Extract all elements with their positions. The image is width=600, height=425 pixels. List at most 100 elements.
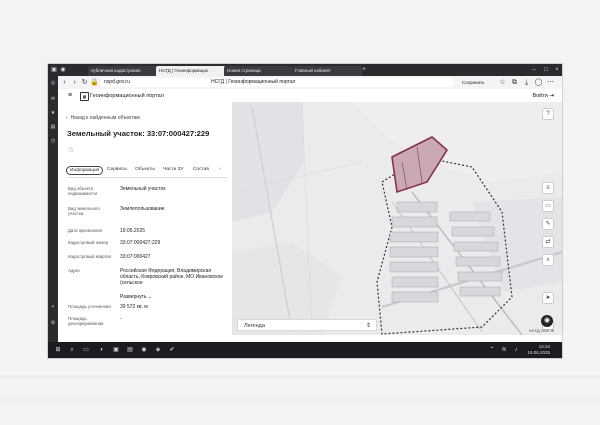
row-value[interactable]: 33:07:000427:229	[120, 240, 228, 246]
expand-label: Развернуть	[120, 294, 147, 300]
legend-label: Легенда	[244, 323, 265, 329]
row-value[interactable]: 33:07:000427	[120, 254, 228, 260]
mail-icon[interactable]: ✉	[50, 96, 56, 102]
row-label: Кадастровый квартал	[68, 254, 112, 259]
collections-icon[interactable]: ▤	[50, 124, 56, 130]
clock[interactable]: 13:34 19.06.2025	[527, 344, 550, 356]
map-help-icon[interactable]: ?	[542, 108, 554, 120]
plot-block	[389, 231, 439, 243]
plot-block	[459, 286, 501, 297]
plot-block	[391, 291, 439, 303]
layers-icon[interactable]: ≡	[542, 182, 554, 194]
new-tab-icon[interactable]: +	[360, 66, 368, 74]
plot-block	[453, 241, 499, 252]
reload-icon[interactable]: ↻	[80, 78, 89, 87]
plot-block	[391, 216, 438, 228]
row-value: Российская Федерация, Владимирская облас…	[120, 268, 224, 286]
tab-composition[interactable]: Состав	[190, 166, 212, 173]
share-icon[interactable]: ⇄	[542, 236, 554, 248]
forward-icon[interactable]: ›	[70, 78, 79, 87]
task-view-icon[interactable]: ▭	[82, 346, 90, 354]
tab-cabinet[interactable]: Главный кабинет	[292, 66, 362, 76]
plot-block	[449, 211, 491, 222]
plot-block	[457, 271, 503, 282]
hamburger-icon[interactable]: ≡	[68, 92, 72, 99]
site-logo-icon: ▦	[80, 92, 89, 101]
row-value: Землепользование	[120, 206, 165, 212]
chevron-left-icon: ‹	[66, 115, 68, 121]
wifi-icon[interactable]: ≋	[500, 346, 508, 354]
volume-icon[interactable]: ♪	[512, 346, 520, 354]
app-icon[interactable]: ✔	[168, 346, 176, 354]
maximize-icon[interactable]: □	[542, 66, 550, 74]
extensions-icon[interactable]: ⧉	[510, 78, 519, 87]
chevron-down-icon: ⌄	[147, 294, 153, 300]
history-icon[interactable]: ◷	[50, 138, 56, 144]
profile-icon[interactable]: ◯	[534, 78, 543, 87]
start-icon[interactable]: ⊞	[54, 346, 62, 354]
address-bar: ‹ › ↻ 🔒 nspd.gov.ru НСГД | Геоинформацио…	[58, 76, 562, 90]
site-title: Геоинформационный портал	[90, 93, 164, 99]
browser-logo-icon: ◉	[60, 67, 66, 73]
expand-link[interactable]: Развернуть ⌄	[120, 294, 228, 300]
more-icon[interactable]: ⋯	[546, 78, 555, 87]
tab-info[interactable]: Информация	[66, 166, 104, 175]
row-label: Площадь уточненная	[68, 304, 111, 309]
screen: ▣ ◉ публичная кадастровая НСГД | Геоинфо…	[47, 63, 563, 359]
map-canvas[interactable]	[232, 102, 562, 335]
page-title-bar: НСГД | Геоинформационный портал	[211, 79, 296, 85]
login-button[interactable]: Войти ⇥	[532, 92, 554, 100]
tabs-scroll-icon[interactable]: ›	[216, 166, 224, 173]
settings-icon[interactable]: ⚙	[50, 320, 56, 326]
scan-band	[0, 372, 600, 382]
taskbar: ⊞ ⌕ ▭ ◐ ▣ ▤ ◉ ◈ ✔ ⌃ ≋ ♪ 13:34 19.06.2025	[48, 342, 562, 358]
explorer-icon[interactable]: ▤	[126, 346, 134, 354]
chevron-updown-icon: ⇕	[365, 323, 371, 329]
chrome-icon[interactable]: ◉	[140, 346, 148, 354]
edge-icon[interactable]: ◐	[98, 346, 106, 354]
tab-objects[interactable]: Объекты	[132, 166, 158, 173]
browser-sidebar: ◎ ✉ ★ ▤ ◷ + ⚙	[48, 76, 58, 346]
close-icon[interactable]: ×	[553, 66, 561, 74]
tab-nspd[interactable]: НСГД | Геоинформацио	[156, 66, 226, 76]
login-icon: ⇥	[549, 93, 554, 99]
download-icon[interactable]: ⤓	[522, 78, 531, 87]
store-icon[interactable]: ▣	[112, 346, 120, 354]
star-icon[interactable]: ☆	[498, 78, 507, 87]
back-icon[interactable]: ‹	[60, 78, 69, 87]
row-value: -	[120, 316, 122, 322]
tab-new-page[interactable]: Новая страница	[224, 66, 294, 76]
save-label[interactable]: Сохранить	[462, 78, 484, 87]
browser-menu-icon[interactable]: ▣	[50, 66, 58, 74]
measure-icon[interactable]: ✎	[542, 218, 554, 230]
plot-block	[396, 201, 438, 213]
browser-titlebar: ▣ ◉ публичная кадастровая НСГД | Геоинфо…	[48, 64, 562, 76]
tab-cadastral[interactable]: публичная кадастровая	[88, 66, 158, 76]
row-label: Вид объекта недвижимости	[68, 186, 97, 197]
add-sidebar-icon[interactable]: +	[50, 304, 56, 310]
back-link[interactable]: ‹ Назад к найденным объектам	[66, 115, 140, 121]
minimize-icon[interactable]: –	[530, 66, 538, 74]
row-value: 19.05.2025	[120, 228, 146, 234]
map-mode-icon[interactable]: ◉	[541, 315, 553, 327]
print-icon[interactable]: ▭	[542, 200, 554, 212]
clock-date: 19.06.2025	[527, 350, 550, 355]
bookmark-icon[interactable]: ★	[50, 110, 56, 116]
site-header: ≡ ▦ Геоинформационный портал Войти ⇥	[58, 89, 562, 103]
favorite-star-icon[interactable]: ☆	[68, 146, 74, 154]
tab-services[interactable]: Сервисы	[104, 166, 130, 173]
row-label: Площадь декларированная	[68, 316, 104, 327]
search-map-icon[interactable]: ⌕	[542, 254, 554, 266]
plot-block	[391, 276, 439, 288]
plot-block	[389, 261, 439, 273]
home-icon[interactable]: ◎	[50, 80, 56, 86]
tab-parts[interactable]: Части ЗУ	[160, 166, 186, 173]
locate-icon[interactable]: ➤	[542, 292, 554, 304]
url-field[interactable]: nspd.gov.ru НСГД | Геоинформационный пор…	[100, 78, 454, 87]
tray-chevron-icon[interactable]: ⌃	[488, 346, 496, 354]
yandex-icon[interactable]: ◈	[154, 346, 162, 354]
taskbar-search-icon[interactable]: ⌕	[68, 346, 76, 354]
row-label: Вид земельного участка	[68, 206, 100, 217]
map-view[interactable]: ? ≡ ▭ ✎ ⇄ ⌕ ➤ − ◉ ≡ Легенда ⇕ НСГД 2025 …	[232, 102, 562, 335]
legend-dropdown[interactable]: Легенда ⇕	[237, 319, 377, 331]
